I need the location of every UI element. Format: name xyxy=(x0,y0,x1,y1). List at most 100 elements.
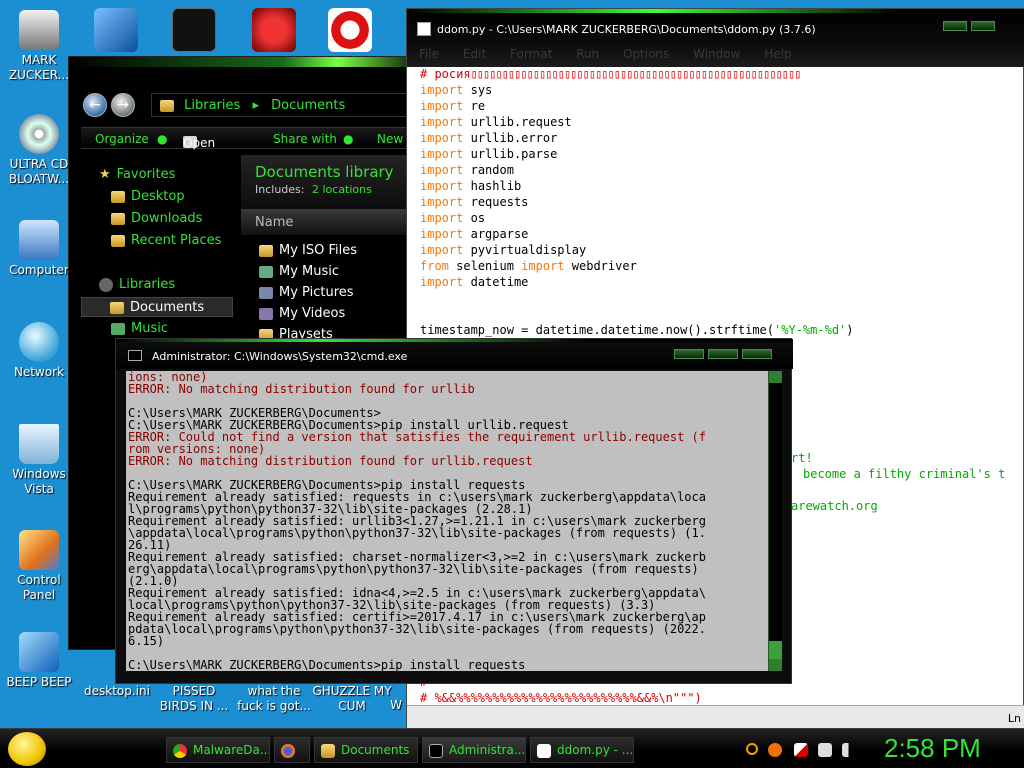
desktop-file-label[interactable]: what the fuck is got... xyxy=(234,684,314,714)
menu-run[interactable]: Run xyxy=(576,47,599,61)
cmd-shortcut-icon[interactable] xyxy=(172,8,216,52)
module-name: datetime xyxy=(470,275,529,289)
file-name: My ISO Files xyxy=(279,243,358,258)
network-tray-icon[interactable] xyxy=(818,743,832,757)
taskbar-cmd[interactable]: Administra... xyxy=(422,737,526,763)
taskbar-documents[interactable]: Documents xyxy=(314,737,418,763)
desktop-icon-ultra-cd[interactable]: ULTRA CD BLOATW... xyxy=(0,114,78,187)
nav-libraries[interactable]: Libraries xyxy=(99,277,175,292)
menu-options[interactable]: Options xyxy=(623,47,669,61)
menu-help[interactable]: Help xyxy=(764,47,791,61)
desktop-file-label[interactable]: desktop.ini xyxy=(78,684,156,699)
code-fragment[interactable]: become a filthy criminal's t xyxy=(803,467,1005,481)
chrome-icon xyxy=(173,743,187,758)
taskbar-idle[interactable]: ddom.py - ... xyxy=(530,737,634,763)
nav-recent-places[interactable]: Recent Places xyxy=(111,233,221,248)
code-line-import[interactable]: import requests xyxy=(420,195,528,209)
desktop-file-label[interactable]: GHUZZLE MY CUM xyxy=(312,684,392,714)
breadcrumb-separator: ▸ xyxy=(252,98,259,113)
breadcrumb-libraries[interactable]: Libraries xyxy=(184,98,240,113)
code-line-timestamp[interactable]: timestamp_now = datetime.datetime.now().… xyxy=(420,323,854,337)
python-file-icon xyxy=(537,743,551,758)
share-with-button[interactable]: Share with xyxy=(273,132,337,146)
menu-window[interactable]: Window xyxy=(693,47,740,61)
back-button[interactable]: ← xyxy=(83,93,107,117)
code-line-import[interactable]: import os xyxy=(420,211,485,225)
scroll-down-button[interactable] xyxy=(769,659,782,671)
code-fragment[interactable]: arewatch.org xyxy=(791,499,878,513)
desktop-icon-label: Windows Vista xyxy=(12,467,66,496)
code-line-import[interactable]: import hashlib xyxy=(420,179,521,193)
scroll-up-button[interactable] xyxy=(769,371,782,383)
taskbar-label: Administra... xyxy=(449,743,526,757)
includes-locations-link[interactable]: 2 locations xyxy=(312,183,372,196)
maximize-button[interactable] xyxy=(971,21,995,31)
taskbar-chrome[interactable]: MalwareDa... xyxy=(166,737,270,763)
menu-file[interactable]: File xyxy=(419,47,439,61)
flag-alert-icon[interactable] xyxy=(794,743,808,757)
module-name: urllib.parse xyxy=(470,147,558,161)
desktop-icon-beep[interactable]: BEEP BEEP xyxy=(0,632,78,690)
scroll-thumb[interactable] xyxy=(769,641,782,659)
code-line-import[interactable]: import random xyxy=(420,163,514,177)
volume-icon[interactable] xyxy=(842,743,856,757)
radiation-icon[interactable] xyxy=(328,8,372,52)
code-line-import[interactable]: import re xyxy=(420,99,485,113)
list-item[interactable]: My ISO Files xyxy=(259,243,357,258)
cmd-window[interactable]: Administrator: C:\Windows\System32\cmd.e… xyxy=(115,338,793,684)
code-line-comment[interactable]: # росия▯▯▯▯▯▯▯▯▯▯▯▯▯▯▯▯▯▯▯▯▯▯▯▯▯▯▯▯▯▯▯▯▯… xyxy=(420,67,801,81)
column-header-name[interactable]: Name xyxy=(241,209,429,235)
maximize-button[interactable] xyxy=(708,349,738,359)
code-line-import[interactable]: import sys xyxy=(420,83,492,97)
keyword: import xyxy=(420,211,464,225)
module-name: random xyxy=(470,163,514,177)
forward-button[interactable]: → xyxy=(111,93,135,117)
nav-documents[interactable]: Documents xyxy=(81,297,233,317)
list-item[interactable]: My Pictures xyxy=(259,285,354,300)
search-icon[interactable] xyxy=(746,743,758,755)
code-line-import[interactable]: import urllib.error xyxy=(420,131,557,145)
idle-title: ddom.py - C:\Users\MARK ZUCKERBERG\Docum… xyxy=(437,23,816,36)
minimize-button[interactable] xyxy=(943,21,967,31)
nav-downloads[interactable]: Downloads xyxy=(111,211,202,226)
nav-music[interactable]: Music xyxy=(111,321,168,336)
desktop-icon-user[interactable]: MARK ZUCKER... xyxy=(0,10,78,83)
taskbar-label: Documents xyxy=(341,743,410,757)
menu-edit[interactable]: Edit xyxy=(463,47,486,61)
console-output[interactable]: ions: none) ERROR: No matching distributi… xyxy=(126,371,768,671)
start-button[interactable] xyxy=(8,732,46,766)
angry-birds-icon[interactable] xyxy=(252,8,296,52)
code-line-import[interactable]: import urllib.request xyxy=(420,115,572,129)
desktop-icon-recycle-bin[interactable]: Windows Vista xyxy=(0,424,78,497)
downloads-icon xyxy=(111,212,125,225)
code-fragment[interactable]: rt! xyxy=(791,451,813,465)
code-line-import[interactable]: import pyvirtualdisplay xyxy=(420,243,586,257)
desktop-icon-label: Network xyxy=(13,365,65,379)
code-line-import[interactable]: import urllib.parse xyxy=(420,147,557,161)
desktop-icon-control-panel[interactable]: Control Panel xyxy=(0,530,78,603)
code-line-import[interactable]: import datetime xyxy=(420,275,528,289)
close-button[interactable] xyxy=(742,349,772,359)
list-item[interactable]: My Music xyxy=(259,264,339,279)
desktop-file-label[interactable]: W xyxy=(386,698,406,713)
address-bar[interactable]: Libraries ▸ Documents xyxy=(151,93,431,117)
list-item[interactable]: My Videos xyxy=(259,306,345,321)
code-comment-tail[interactable]: # %&&%%%%%%%%%%%%%%%%%%%%%%%%%&&%\n""") xyxy=(420,691,702,705)
menu-format[interactable]: Format xyxy=(510,47,552,61)
code-line-from-import[interactable]: from selenium import webdriver xyxy=(420,259,637,273)
desktop-shortcut-blue-icon[interactable] xyxy=(94,8,138,52)
desktop-icon-computer[interactable]: Computer xyxy=(0,220,78,278)
console-scrollbar[interactable] xyxy=(768,371,782,671)
nav-desktop[interactable]: Desktop xyxy=(111,189,185,204)
nav-favorites[interactable]: ★ Favorites xyxy=(99,167,175,182)
keyword: import xyxy=(420,99,464,113)
organize-button[interactable]: Organize xyxy=(95,132,149,146)
code-line-import[interactable]: import argparse xyxy=(420,227,528,241)
minimize-button[interactable] xyxy=(674,349,704,359)
taskbar-firefox[interactable] xyxy=(274,737,310,763)
breadcrumb-documents[interactable]: Documents xyxy=(271,98,345,113)
desktop-icon-network[interactable]: Network xyxy=(0,322,78,380)
desktop-file-label[interactable]: PISSED BIRDS IN ... xyxy=(154,684,234,714)
antivirus-icon[interactable] xyxy=(768,743,782,757)
taskbar-clock[interactable]: 2:58 PM xyxy=(884,733,981,764)
